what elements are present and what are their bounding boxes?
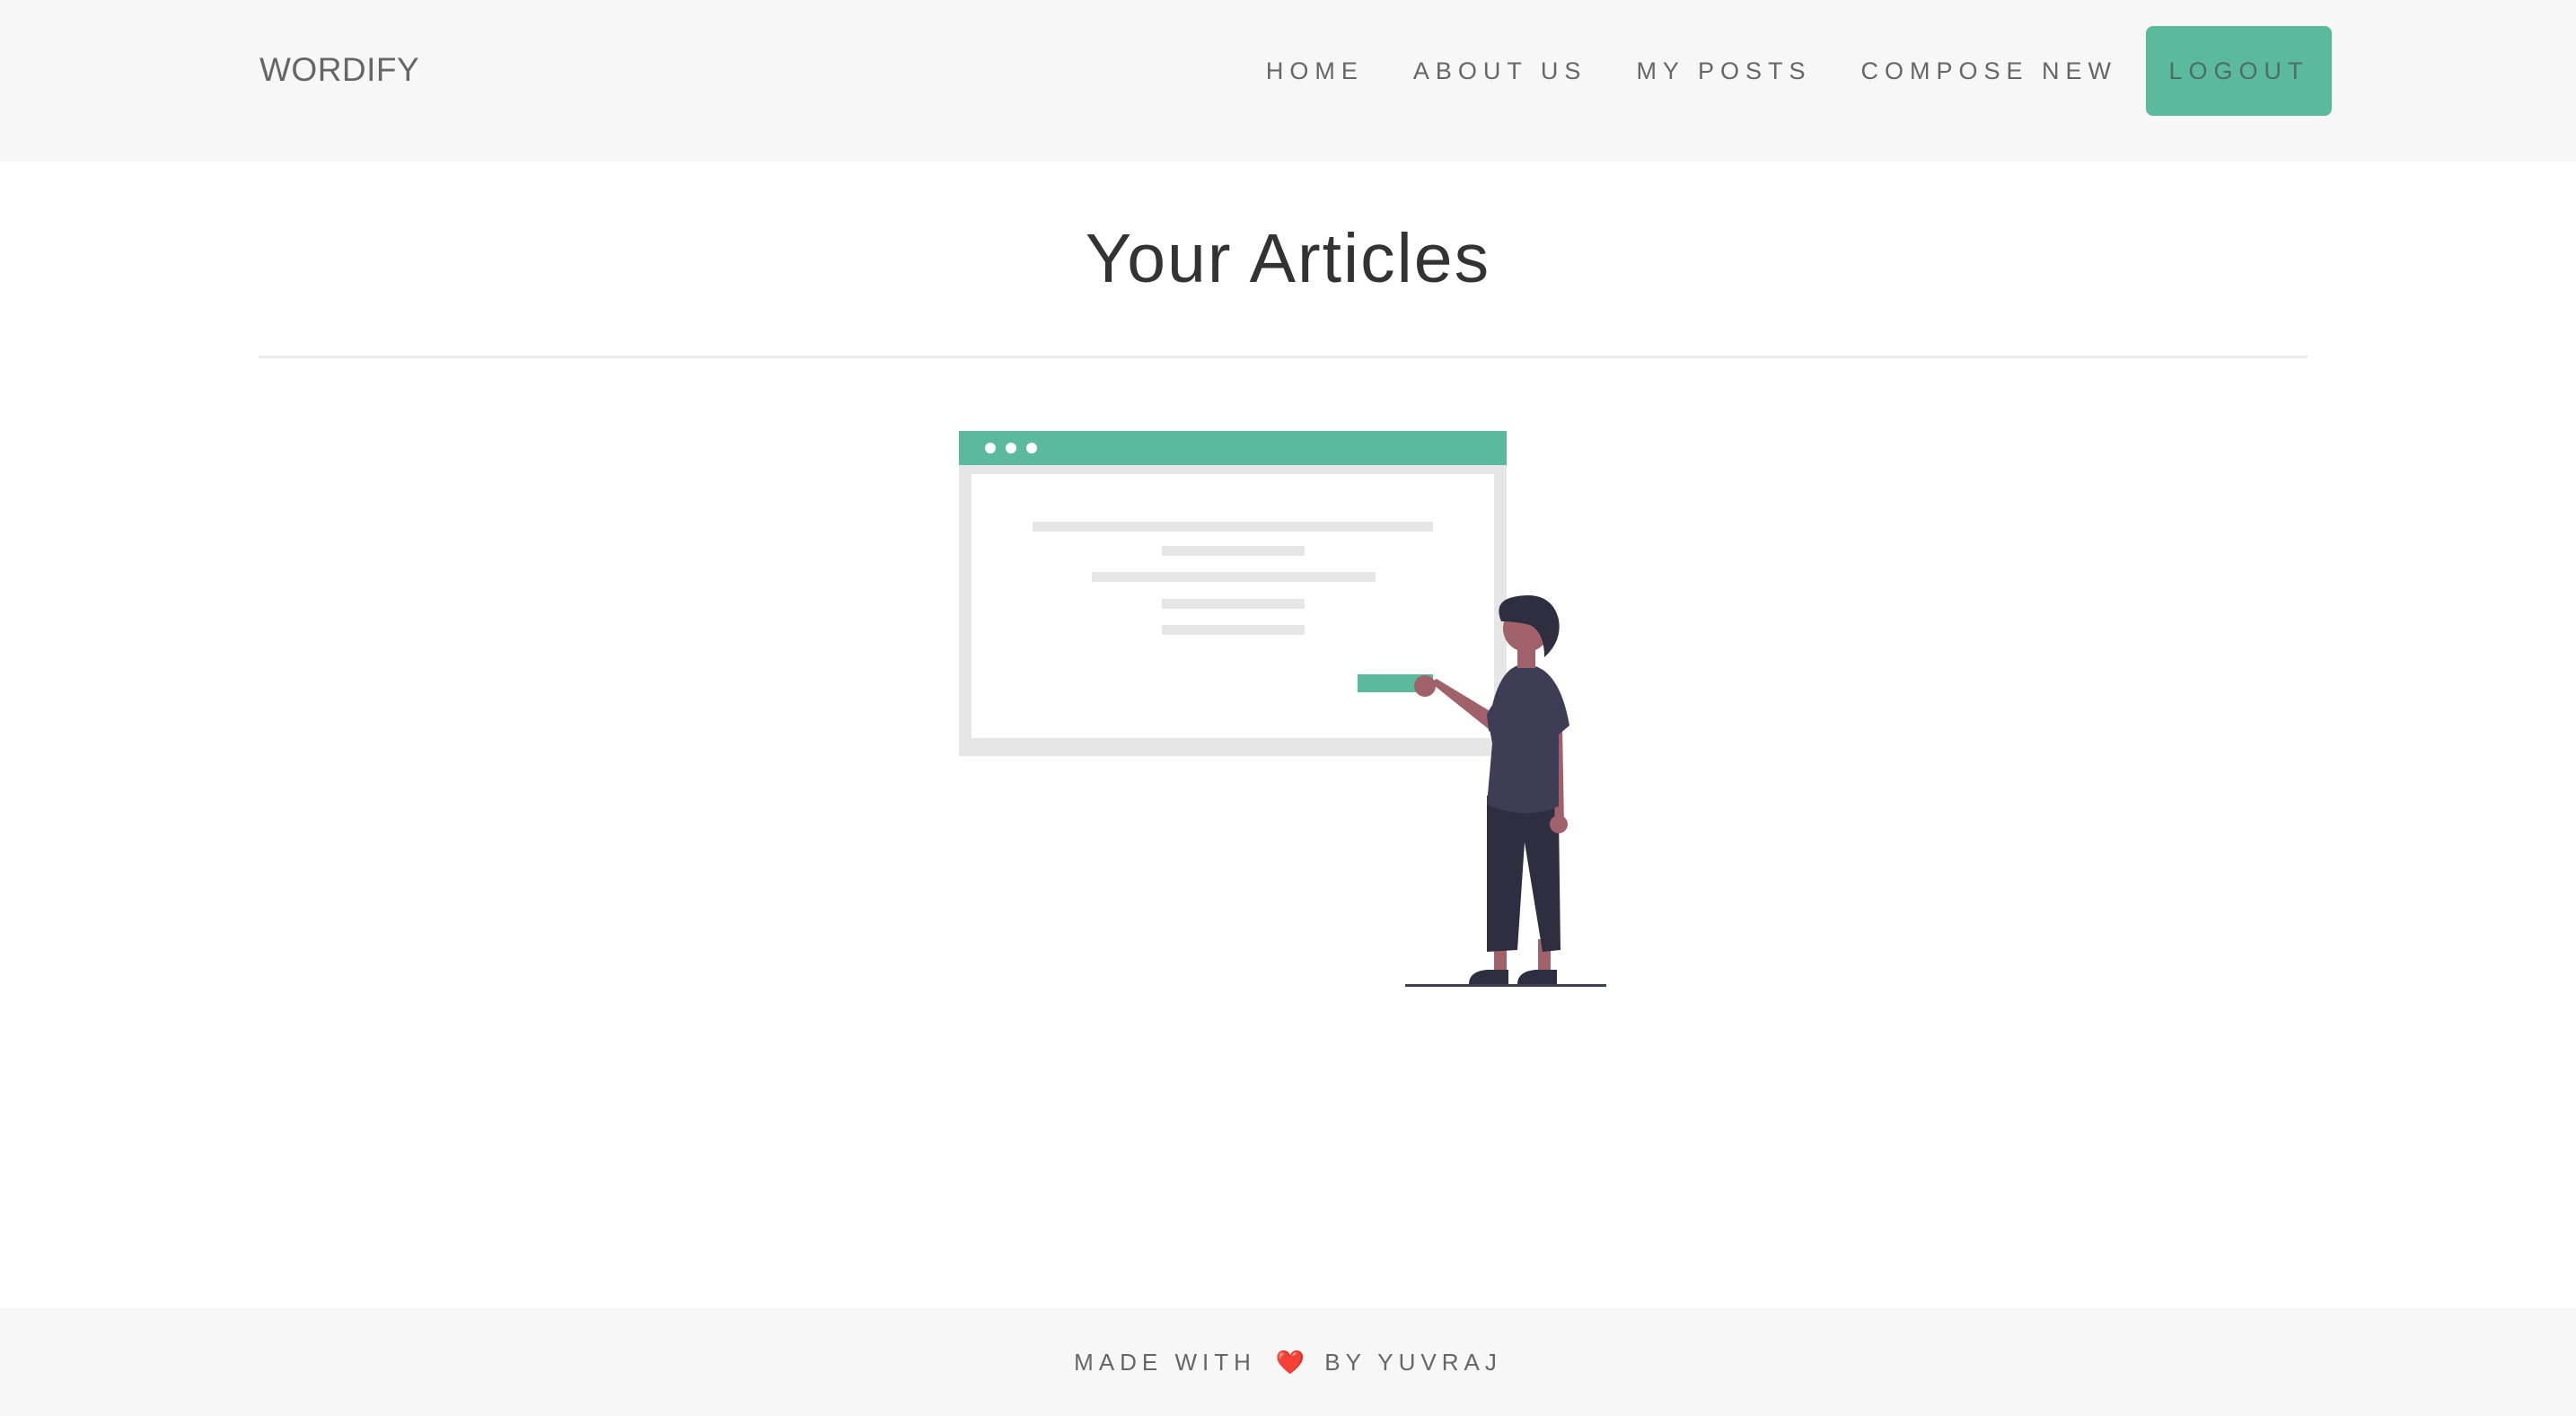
title-divider — [259, 356, 2308, 358]
logout-button[interactable]: LOGOUT — [2146, 26, 2332, 116]
heart-icon: ❤️ — [1275, 1348, 1306, 1376]
empty-articles-illustration — [959, 431, 1606, 987]
nav-my-posts-link[interactable]: MY POSTS — [1636, 57, 1811, 84]
page-title: Your Articles — [1085, 220, 1491, 297]
brand-logo[interactable]: WORDIFY — [259, 50, 419, 90]
footer-author: BY YUVRAJ — [1324, 1348, 1502, 1376]
nav-home-link[interactable]: HOME — [1266, 57, 1364, 84]
logout-label: LOGOUT — [2168, 57, 2309, 84]
footer: MADE WITH ❤️ BY YUVRAJ — [0, 1308, 2576, 1416]
nav-about-link[interactable]: ABOUT US — [1413, 57, 1587, 84]
top-navbar: WORDIFY HOME ABOUT US MY POSTS COMPOSE N… — [0, 0, 2576, 162]
footer-credit: MADE WITH ❤️ BY YUVRAJ — [1074, 1349, 1502, 1376]
footer-made-with: MADE WITH — [1074, 1348, 1256, 1376]
nav-menu: HOME ABOUT US MY POSTS COMPOSE NEW LOGOU… — [1266, 26, 2332, 116]
page: WORDIFY HOME ABOUT US MY POSTS COMPOSE N… — [0, 0, 2576, 1416]
browser-window-graphic — [959, 431, 1507, 756]
nav-compose-link[interactable]: COMPOSE NEW — [1860, 57, 2117, 84]
